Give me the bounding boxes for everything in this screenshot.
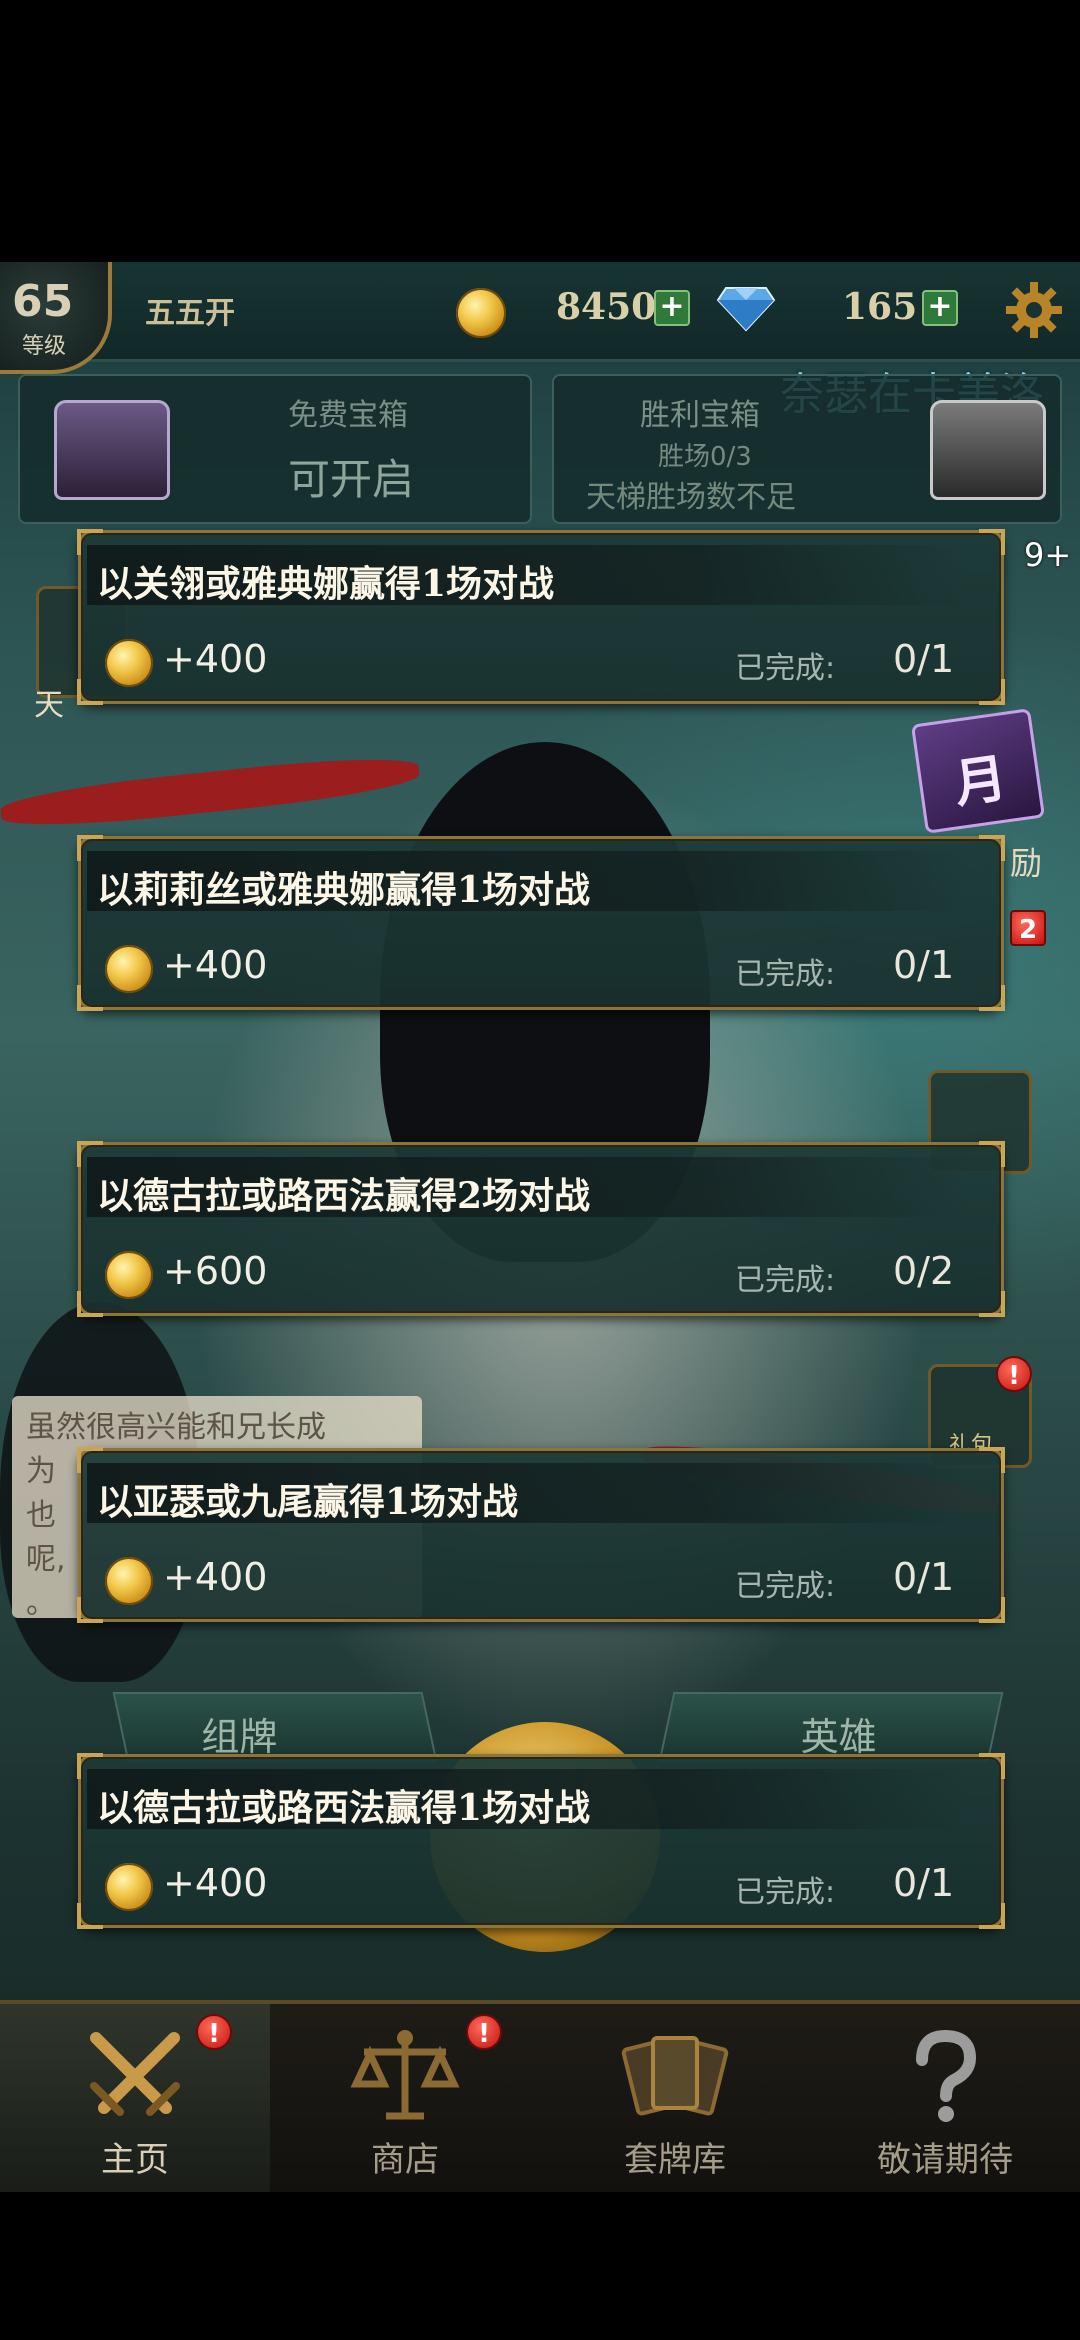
nav-deck-library[interactable]: 套牌库	[540, 2004, 810, 2192]
frame-corner	[979, 1447, 1005, 1473]
buy-gems-button[interactable]: +	[922, 290, 958, 326]
notification-count-badge: 2	[1010, 910, 1046, 946]
frame-corner	[979, 1597, 1005, 1623]
free-chest-panel[interactable]: 免费宝箱 可开启	[18, 374, 532, 524]
quest-progress-label: 已完成:	[735, 1263, 836, 1298]
quest-reward: +400	[163, 1861, 268, 1905]
player-name: 五五开	[145, 296, 235, 331]
quest-card[interactable]: 以关翎或雅典娜赢得1场对战 +400 已完成: 0/1	[77, 529, 1005, 705]
free-chest-status: 可开启	[288, 455, 415, 504]
quest-card[interactable]: 以德古拉或路西法赢得1场对战 +400 已完成: 0/1	[77, 1753, 1005, 1929]
frame-corner	[979, 1903, 1005, 1929]
gold-coin-icon	[456, 288, 506, 338]
side-count-badge: 9+	[1024, 536, 1072, 574]
scales-icon	[350, 2030, 460, 2120]
frame-corner	[77, 985, 103, 1011]
quest-reward: +600	[163, 1249, 268, 1293]
quest-progress-value: 0/1	[893, 637, 955, 681]
frame-corner	[77, 1597, 103, 1623]
victory-chest-panel[interactable]: 胜利宝箱 胜场0/3 天梯胜场数不足	[552, 374, 1062, 524]
free-chest-icon	[54, 400, 170, 500]
frame-corner	[979, 1753, 1005, 1779]
gear-icon[interactable]	[1004, 280, 1064, 340]
nav-deck-library-label: 套牌库	[624, 2140, 726, 2180]
free-chest-title: 免费宝箱	[288, 398, 408, 433]
level-badge[interactable]: 65 等级	[0, 262, 112, 374]
level-value: 65	[12, 276, 74, 327]
red-ribbon-decoration	[0, 750, 421, 834]
nav-home-alert-badge: !	[196, 2014, 232, 2050]
month-card-char: 月	[950, 748, 1011, 816]
quest-reward: +400	[163, 943, 268, 987]
gold-coin-icon	[105, 1863, 153, 1911]
ladder-label-fragment: 天	[34, 688, 64, 723]
quest-progress-label: 已完成:	[735, 957, 836, 992]
card-deck-icon	[621, 2036, 729, 2116]
frame-corner	[979, 529, 1005, 555]
gold-coin-icon	[105, 1557, 153, 1605]
top-status-bar: 65 等级 五五开 8450 + 165 +	[0, 262, 1080, 374]
victory-chest-title: 胜利宝箱	[640, 398, 760, 433]
nav-shop[interactable]: 商店 !	[270, 2004, 540, 2192]
victory-chest-status: 天梯胜场数不足	[586, 480, 796, 515]
quest-title: 以德古拉或路西法赢得2场对战	[97, 1175, 591, 1217]
tab-heroes-label: 英雄	[800, 1715, 877, 1759]
reward-label-fragment: 励	[1010, 844, 1043, 882]
nav-home-label: 主页	[101, 2140, 169, 2180]
gold-coin-icon	[105, 945, 153, 993]
gold-coin-icon	[105, 639, 153, 687]
nav-coming-soon[interactable]: 敬请期待	[810, 2004, 1080, 2192]
question-mark-icon	[916, 2029, 977, 2122]
quest-reward: +400	[163, 1555, 268, 1599]
quest-title: 以莉莉丝或雅典娜赢得1场对战	[97, 869, 591, 911]
quest-progress-label: 已完成:	[735, 1569, 836, 1604]
nav-coming-soon-label: 敬请期待	[877, 2140, 1013, 2180]
gold-coin-icon	[105, 1251, 153, 1299]
quest-title: 以关翎或雅典娜赢得1场对战	[97, 563, 555, 605]
speech-line: 虽然很高兴能和兄长成	[26, 1410, 326, 1445]
nav-home[interactable]: 主页 !	[0, 2004, 270, 2192]
nav-shop-label: 商店	[371, 2140, 439, 2180]
frame-corner	[979, 1141, 1005, 1167]
month-card-icon[interactable]: 月	[910, 708, 1046, 834]
quest-card[interactable]: 以德古拉或路西法赢得2场对战 +600 已完成: 0/2	[77, 1141, 1005, 1317]
gold-amount: 8450	[556, 286, 657, 328]
frame-corner	[979, 985, 1005, 1011]
tab-heroes[interactable]: 英雄	[658, 1692, 1004, 1762]
quest-progress-value: 0/1	[893, 1861, 955, 1905]
crossed-swords-icon	[90, 2032, 180, 2116]
quest-progress-label: 已完成:	[735, 651, 836, 686]
gift-alert-badge: !	[996, 1356, 1032, 1392]
frame-corner	[77, 1291, 103, 1317]
bottom-navigation: 主页 ! 商店 ! 套牌库 敬请期待	[0, 2000, 1080, 2192]
quest-progress-label: 已完成:	[735, 1875, 836, 1910]
tab-deck[interactable]: 组牌	[112, 1692, 438, 1762]
tab-deck-label: 组牌	[201, 1715, 278, 1759]
frame-corner	[77, 679, 103, 705]
level-label: 等级	[22, 334, 67, 359]
frame-corner	[77, 1903, 103, 1929]
gem-amount: 165	[842, 286, 918, 328]
quest-title: 以德古拉或路西法赢得1场对战	[97, 1787, 591, 1829]
diamond-icon	[716, 287, 776, 332]
quest-progress-value: 0/1	[893, 1555, 955, 1599]
frame-corner	[979, 679, 1005, 705]
quest-progress-value: 0/2	[893, 1249, 955, 1293]
quest-title: 以亚瑟或九尾赢得1场对战	[97, 1481, 519, 1523]
nav-shop-alert-badge: !	[466, 2014, 502, 2050]
frame-corner	[979, 1291, 1005, 1317]
quest-card[interactable]: 以莉莉丝或雅典娜赢得1场对战 +400 已完成: 0/1	[77, 835, 1005, 1011]
frame-corner	[979, 835, 1005, 861]
victory-chest-icon	[930, 400, 1046, 500]
quest-card[interactable]: 以亚瑟或九尾赢得1场对战 +400 已完成: 0/1	[77, 1447, 1005, 1623]
quest-progress-value: 0/1	[893, 943, 955, 987]
game-viewport: 65 等级 五五开 8450 + 165 + 免费宝箱 可开启 胜利宝箱 胜场0…	[0, 262, 1080, 2192]
quest-reward: +400	[163, 637, 268, 681]
buy-gold-button[interactable]: +	[654, 290, 690, 326]
victory-chest-progress: 胜场0/3	[658, 442, 752, 472]
